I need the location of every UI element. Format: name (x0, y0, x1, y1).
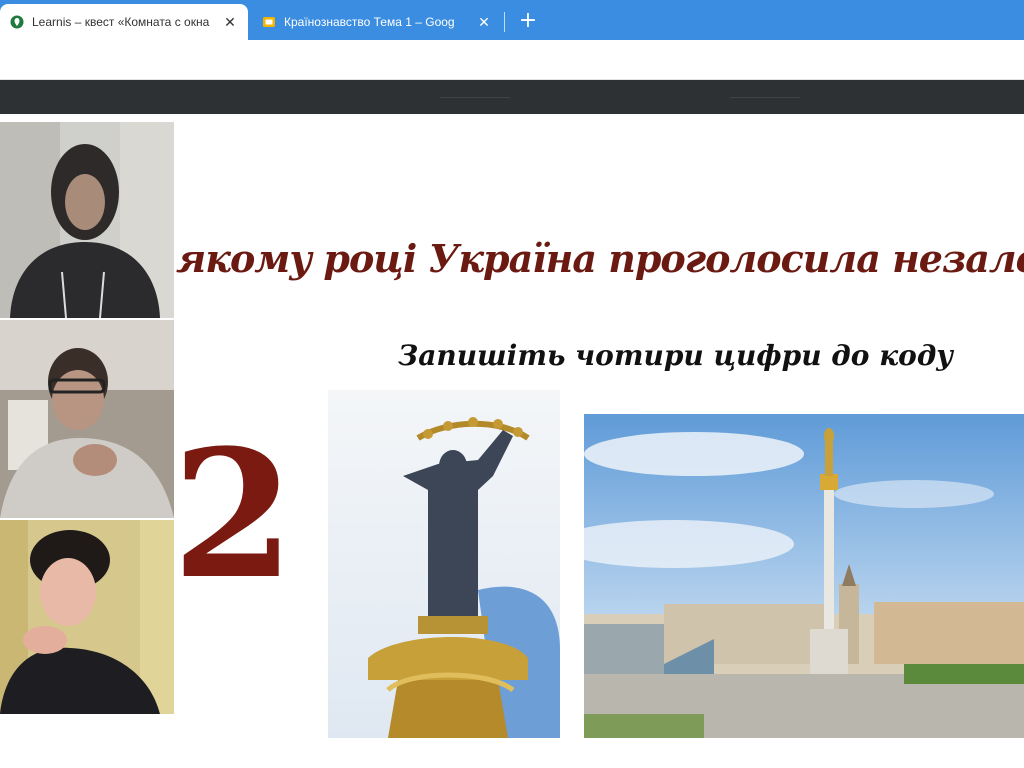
tab-google-slides[interactable]: Країнознавство Тема 1 – Goog ✕ (252, 4, 502, 40)
participant-video-2[interactable] (0, 320, 174, 518)
participant-video-3-image (0, 520, 174, 714)
close-icon[interactable]: ✕ (222, 14, 238, 30)
google-slides-icon (262, 15, 276, 29)
tab-title: Learnis – квест «Комната с окна (32, 15, 210, 29)
close-icon[interactable]: ✕ (476, 14, 492, 30)
participant-video-1[interactable] (0, 122, 174, 318)
learnis-favicon-icon (10, 15, 24, 29)
participant-video-1-image (0, 122, 174, 318)
app-header-bar (0, 80, 1024, 114)
header-divider (730, 97, 800, 98)
tab-learnis[interactable]: Learnis – квест «Комната с окна ✕ (0, 4, 248, 40)
slide-title: якому році Україна проголосила незалежні… (176, 236, 1024, 281)
header-divider (440, 97, 510, 98)
slide-subtitle: Запишіть чотири цифри до коду (398, 339, 954, 372)
maidan-nezalezhnosti-square-photo (584, 414, 1024, 738)
code-digit: 2 (172, 411, 295, 618)
tab-separator (504, 12, 505, 32)
new-tab-button[interactable]: + (515, 8, 541, 34)
participant-video-3[interactable] (0, 520, 174, 714)
browser-toolbar (0, 40, 1024, 80)
tab-title: Країнознавство Тема 1 – Goog (284, 15, 455, 29)
independence-monument-statue-photo (328, 390, 560, 738)
participant-video-2-image (0, 320, 174, 518)
browser-tab-bar: Learnis – квест «Комната с окна ✕ Країно… (0, 0, 1024, 40)
